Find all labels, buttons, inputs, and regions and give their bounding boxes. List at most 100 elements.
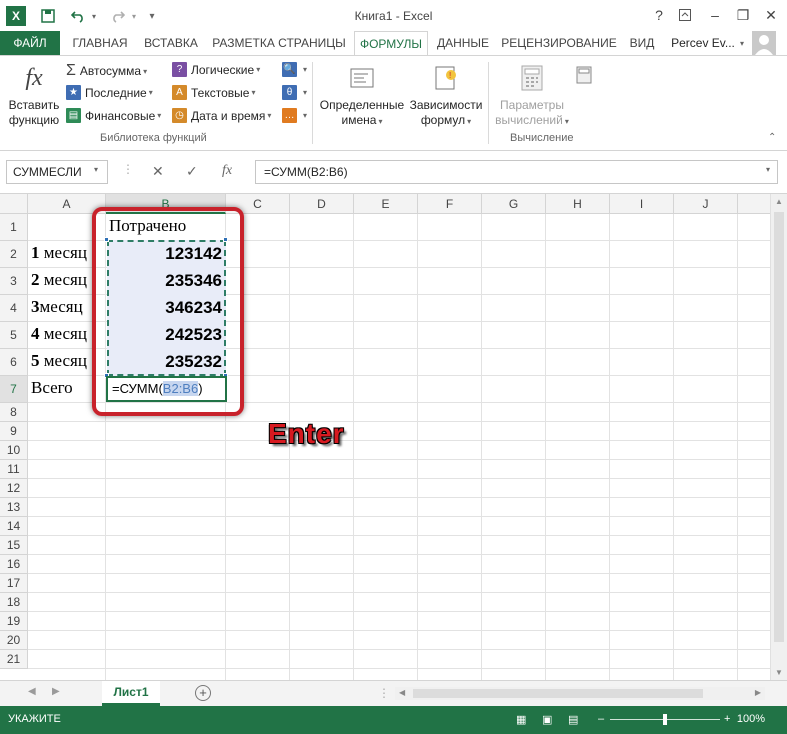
zoom-in-icon[interactable]: + xyxy=(724,713,730,725)
vertical-scrollbar[interactable]: ▲ ▼ xyxy=(770,194,787,680)
name-box-dropdown-icon[interactable]: ▾ xyxy=(94,165,98,174)
financial-functions-button[interactable]: ▤ Финансовые ▾ xyxy=(66,108,161,123)
row-header-11[interactable]: 11 xyxy=(0,460,28,479)
collapse-ribbon-icon[interactable]: ⌃ xyxy=(768,132,776,143)
user-name[interactable]: Percev Ev... xyxy=(668,31,738,55)
add-sheet-button[interactable]: + xyxy=(195,685,211,701)
status-mode: УКАЖИТЕ xyxy=(8,713,61,725)
name-box[interactable]: СУММЕСЛИ xyxy=(6,160,108,184)
column-header-k[interactable] xyxy=(738,194,770,214)
page-break-view-icon[interactable]: ▤ xyxy=(568,713,578,726)
user-dropdown-icon[interactable]: ▾ xyxy=(740,39,744,48)
formula-auditing-icon: ! xyxy=(430,62,462,94)
recent-functions-button[interactable]: ★ Последние ▾ xyxy=(66,85,153,100)
calculate-now-button[interactable] xyxy=(576,66,592,84)
row-header-1[interactable]: 1 xyxy=(0,214,28,241)
tab-split-handle-icon[interactable]: ⋮ xyxy=(378,686,390,700)
formula-input[interactable]: =СУММ(B2:B6) xyxy=(255,160,778,184)
calculation-label: Вычисление xyxy=(510,132,574,144)
avatar[interactable] xyxy=(752,31,776,55)
column-header-j[interactable]: J xyxy=(674,194,738,214)
help-button[interactable]: ? xyxy=(648,4,670,26)
tab-home[interactable]: ГЛАВНАЯ xyxy=(64,31,136,55)
sheet-tab-active[interactable]: Лист1 xyxy=(102,681,160,706)
column-header-f[interactable]: F xyxy=(418,194,482,214)
horizontal-scroll-thumb[interactable] xyxy=(413,689,703,698)
tab-review[interactable]: РЕЦЕНЗИРОВАНИЕ xyxy=(498,31,620,55)
row-header-10[interactable]: 10 xyxy=(0,441,28,460)
column-header-g[interactable]: G xyxy=(482,194,546,214)
vertical-scroll-thumb[interactable] xyxy=(774,212,784,642)
tab-data[interactable]: ДАННЫЕ xyxy=(432,31,494,55)
zoom-out-icon[interactable]: – xyxy=(598,713,604,725)
math-functions-button[interactable]: θ ▾ xyxy=(282,85,307,100)
svg-text:!: ! xyxy=(449,71,451,80)
scroll-down-icon[interactable]: ▼ xyxy=(775,668,783,677)
row-header-8[interactable]: 8 xyxy=(0,403,28,422)
column-header-i[interactable]: I xyxy=(610,194,674,214)
row-header-6[interactable]: 6 xyxy=(0,349,28,376)
datetime-functions-button[interactable]: ◷ Дата и время ▾ xyxy=(172,108,271,123)
row-header-13[interactable]: 13 xyxy=(0,498,28,517)
row-header-16[interactable]: 16 xyxy=(0,555,28,574)
row-header-20[interactable]: 20 xyxy=(0,631,28,650)
normal-view-icon[interactable]: ▦ xyxy=(516,713,526,726)
lookup-functions-button[interactable]: 🔍 ▾ xyxy=(282,62,307,77)
tab-insert[interactable]: ВСТАВКА xyxy=(138,31,204,55)
text-functions-button[interactable]: A Текстовые ▾ xyxy=(172,85,255,100)
ribbon-tabs: ФАЙЛ ГЛАВНАЯ ВСТАВКА РАЗМЕТКА СТРАНИЦЫ Ф… xyxy=(0,31,787,56)
prev-sheet-icon[interactable]: ◀ xyxy=(28,686,36,697)
row-header-4[interactable]: 4 xyxy=(0,295,28,322)
row-header-17[interactable]: 17 xyxy=(0,574,28,593)
star-icon: ★ xyxy=(66,85,81,100)
logical-functions-button[interactable]: ? Логические ▾ xyxy=(172,62,260,77)
row-header-5[interactable]: 5 xyxy=(0,322,28,349)
row-header-9[interactable]: 9 xyxy=(0,422,28,441)
defined-names-button[interactable]: Определенные имена ▾ xyxy=(318,62,406,129)
close-button[interactable]: ✕ xyxy=(760,4,782,26)
horizontal-scrollbar[interactable]: ◀ ▶ xyxy=(395,687,765,700)
row-header-18[interactable]: 18 xyxy=(0,593,28,612)
autosum-button[interactable]: Σ Автосумма ▾ xyxy=(66,62,147,80)
calc-options-label-2: вычислений xyxy=(495,113,563,127)
page-layout-view-icon[interactable]: ▣ xyxy=(542,713,552,726)
tab-page-layout[interactable]: РАЗМЕТКА СТРАНИЦЫ xyxy=(206,31,352,55)
restore-button[interactable]: ❐ xyxy=(732,4,754,26)
gridline xyxy=(28,649,770,650)
zoom-slider-thumb[interactable] xyxy=(663,714,667,725)
expand-formula-bar-icon[interactable]: ▾ xyxy=(766,165,770,174)
select-all-corner[interactable] xyxy=(0,194,28,214)
column-header-e[interactable]: E xyxy=(354,194,418,214)
ribbon-display-options-icon[interactable] xyxy=(674,4,696,26)
insert-function-button[interactable]: fx Вставить функцию xyxy=(6,62,62,128)
gridline xyxy=(28,516,770,517)
next-sheet-icon[interactable]: ▶ xyxy=(52,686,60,697)
scroll-up-icon[interactable]: ▲ xyxy=(775,197,783,206)
confirm-entry-button[interactable]: ✓ xyxy=(186,163,198,180)
calculation-options-button[interactable]: Параметры вычислений ▾ xyxy=(492,62,572,129)
minimize-button[interactable]: – xyxy=(704,4,726,26)
datetime-label: Дата и время xyxy=(191,108,266,123)
row-header-12[interactable]: 12 xyxy=(0,479,28,498)
row-header-15[interactable]: 15 xyxy=(0,536,28,555)
scroll-left-icon[interactable]: ◀ xyxy=(399,688,405,697)
text-icon: A xyxy=(172,85,187,100)
zoom-level[interactable]: 100% xyxy=(737,713,765,725)
row-header-2[interactable]: 2 xyxy=(0,241,28,268)
row-header-21[interactable]: 21 xyxy=(0,650,28,669)
column-header-d[interactable]: D xyxy=(290,194,354,214)
row-header-19[interactable]: 19 xyxy=(0,612,28,631)
row-header-7[interactable]: 7 xyxy=(0,376,28,403)
row-header-3[interactable]: 3 xyxy=(0,268,28,295)
cancel-entry-button[interactable]: ✕ xyxy=(152,163,164,180)
column-header-h[interactable]: H xyxy=(546,194,610,214)
scroll-right-icon[interactable]: ▶ xyxy=(755,688,761,697)
insert-function-label-2: функцию xyxy=(8,113,60,127)
tab-formulas[interactable]: ФОРМУЛЫ xyxy=(354,31,428,56)
insert-function-fx-button[interactable]: fx xyxy=(222,163,232,179)
tab-file[interactable]: ФАЙЛ xyxy=(0,31,60,55)
more-functions-button[interactable]: … ▾ xyxy=(282,108,307,123)
formula-auditing-button[interactable]: ! Зависимости формул ▾ xyxy=(406,62,486,129)
row-header-14[interactable]: 14 xyxy=(0,517,28,536)
tab-view[interactable]: ВИД xyxy=(624,31,660,55)
